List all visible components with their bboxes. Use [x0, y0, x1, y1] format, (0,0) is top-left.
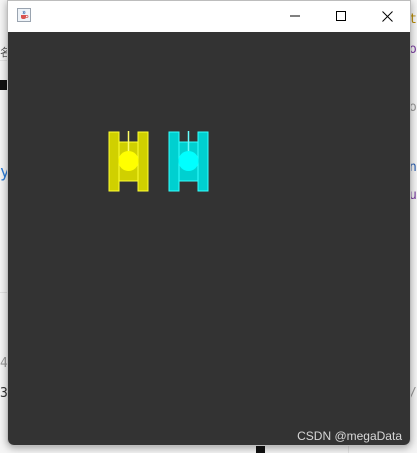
minimize-button[interactable]: [272, 1, 318, 31]
minimize-icon: [290, 15, 300, 17]
cyan-tank: [168, 131, 209, 192]
csdn-watermark: CSDN @megaData: [297, 429, 402, 443]
yellow-tank-right-track: [137, 131, 149, 192]
yellow-tank-left-track: [108, 131, 120, 192]
game-canvas[interactable]: CSDN @megaData: [8, 32, 410, 445]
cyan-tank-turret: [178, 151, 199, 171]
maximize-button[interactable]: [318, 1, 364, 31]
close-icon: [381, 10, 393, 22]
close-button[interactable]: [364, 1, 410, 31]
java-cup-icon: [17, 8, 31, 22]
yellow-tank: [108, 131, 149, 192]
game-window: CSDN @megaData: [7, 0, 411, 446]
cyan-tank-right-track: [197, 131, 209, 192]
cyan-tank-left-track: [168, 131, 180, 192]
yellow-tank-turret: [118, 151, 139, 171]
maximize-icon: [336, 11, 346, 21]
title-bar[interactable]: [8, 1, 410, 31]
